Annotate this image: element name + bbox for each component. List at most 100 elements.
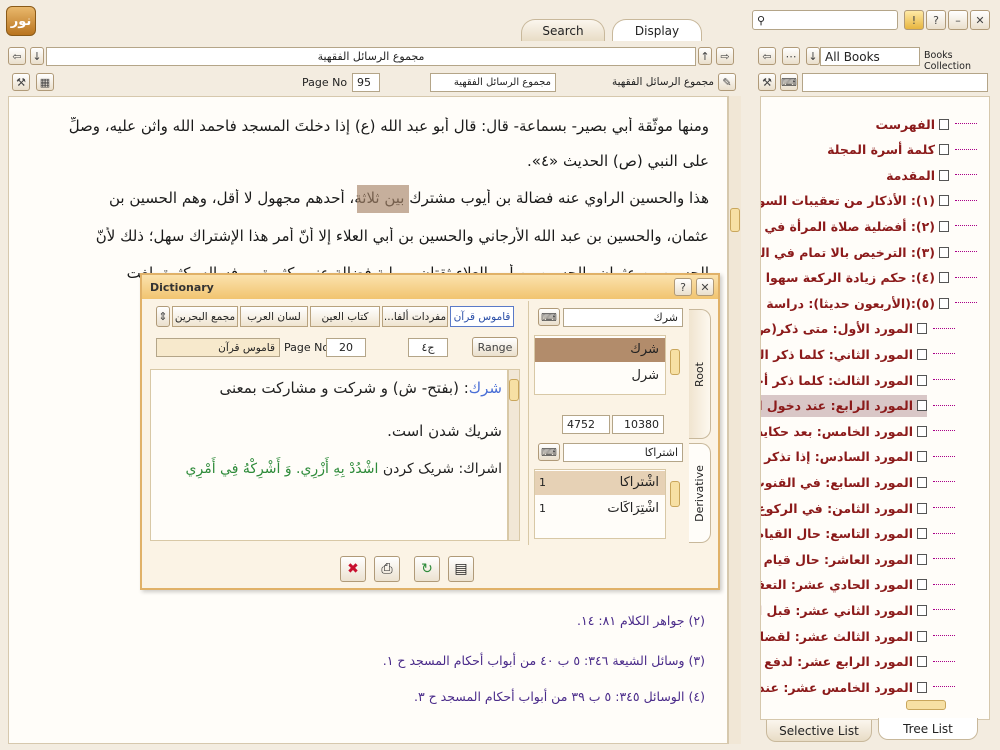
close-button[interactable]: ✕ [970, 10, 990, 30]
dict-tab-0[interactable]: مجمع البحرين [172, 306, 238, 327]
tree-item[interactable]: المقدمة [886, 164, 949, 186]
tree-item[interactable]: المورد الخامس عشر: عند الا [761, 676, 927, 698]
dict-range-button[interactable]: Range [472, 337, 518, 357]
side-tab-derivative[interactable]: Derivative [689, 443, 711, 543]
up-arrow-icon[interactable]: ↑ [698, 47, 712, 65]
tree-item[interactable]: المورد الثاني عشر: قبل الد [761, 599, 927, 621]
tree-back-icon[interactable]: ⇦ [758, 47, 776, 65]
forward-arrow-icon[interactable]: ⇨ [716, 47, 734, 65]
deriv-scroll-thumb[interactable] [670, 481, 680, 507]
global-search-input[interactable]: ⚲ [752, 10, 898, 30]
tab-display[interactable]: Display [612, 19, 702, 41]
page-icon [939, 272, 949, 284]
tree-down-icon[interactable]: ↓ [806, 47, 820, 65]
tree-item[interactable]: (٣): الترخيص بالا تمام في المو [761, 241, 949, 263]
dict-delete-button[interactable]: ✖ [340, 556, 366, 582]
root-scroll-thumb[interactable] [670, 349, 680, 375]
help-button[interactable]: ? [926, 10, 946, 30]
tree-item[interactable]: المورد السادس: إذا تذكر تر [760, 446, 927, 468]
book-combo[interactable]: مجموع الرسائل الفقهية [430, 73, 556, 92]
dict-tab-1[interactable]: لسان العرب [240, 306, 308, 327]
tree-connector [955, 302, 977, 304]
deriv-keyboard-icon[interactable]: ⌨ [538, 443, 560, 461]
page-no-input[interactable]: 95 [352, 73, 380, 92]
dictionary-titlebar[interactable]: Dictionary [142, 275, 718, 299]
tab-tree-list[interactable]: Tree List [878, 718, 978, 740]
grid-icon[interactable]: ▦ [36, 73, 54, 91]
dict-tab-4[interactable]: قاموس قرآن [450, 306, 514, 327]
books-collection-label[interactable]: Books Collection [924, 50, 1000, 72]
page-icon [917, 502, 927, 514]
def-scroll-thumb[interactable] [509, 379, 519, 401]
wrench-icon[interactable]: ⚒ [12, 73, 30, 91]
dict-tab-2[interactable]: كتاب العين [310, 306, 380, 327]
tree-item[interactable]: المورد الخامس: بعد حكاية ا [761, 420, 927, 442]
tree-item[interactable]: المورد الثامن: في الركوع و [761, 497, 927, 519]
dict-page-input[interactable]: 20 [326, 338, 366, 357]
scroll-thumb[interactable] [730, 208, 740, 232]
highlighted-word[interactable] [357, 185, 409, 213]
deriv-item-0-label: اشْتراكا [619, 475, 659, 490]
page-icon [917, 553, 927, 565]
tree-item[interactable]: كلمة أسرة المجلة [827, 139, 949, 161]
tree-connector [933, 609, 955, 611]
page-icon [917, 323, 927, 335]
tree-item[interactable]: المورد الحادي عشر: التعقيـ [760, 574, 927, 596]
dict-refresh-button[interactable]: ↻ [414, 556, 440, 582]
tree-item[interactable]: (١): الأذكار من تعقيبات السور [761, 190, 949, 212]
side-tab-root[interactable]: Root [689, 309, 711, 439]
tree-item[interactable]: المورد الرابع: عند دخول الم [760, 394, 927, 417]
dict-note-button[interactable]: ▤ [448, 556, 474, 582]
tree-item[interactable]: المورد الرابع عشر: لدفع ال [761, 651, 927, 673]
eraser-icon[interactable]: ✎ [718, 73, 736, 91]
tree-item[interactable]: (٢): أفضلية صلاة المرأة في بيـ [761, 215, 949, 237]
root-keyboard-icon[interactable]: ⌨ [538, 308, 560, 326]
tab-selective-list[interactable]: Selective List [766, 720, 872, 742]
more-icon[interactable]: ⋯ [782, 47, 800, 65]
keyboard-icon[interactable]: ⌨ [780, 73, 798, 91]
dict-tab-3[interactable]: مفردات ألفا... [382, 306, 448, 327]
tree-item-label: المورد الحادي عشر: التعقيـ [760, 577, 913, 593]
deriv-item-1[interactable]: 1 اشْتِرَاكَات [535, 497, 665, 521]
back-arrow-icon[interactable]: ⇦ [8, 47, 26, 65]
document-scrollbar[interactable] [728, 96, 741, 744]
down-arrow-icon[interactable]: ↓ [30, 47, 44, 65]
page-icon [917, 348, 927, 360]
tree-item[interactable]: المورد السابع: في القنوت. [761, 471, 927, 493]
deriv-item-0[interactable]: 1 اشْتراكا [535, 471, 665, 495]
alert-button[interactable]: ! [904, 10, 924, 30]
tree-item[interactable]: المورد الأول: متى ذكر(ص) [761, 318, 927, 340]
tree-wrench-icon[interactable]: ⚒ [758, 73, 776, 91]
tree-item[interactable]: الفهرست [875, 113, 949, 135]
all-books-combo[interactable]: All Books [820, 47, 920, 66]
tree-item[interactable]: (٤): حكم زيادة الركعة سهوا [766, 267, 949, 289]
minimize-button[interactable]: – [948, 10, 968, 30]
app-logo[interactable]: نور [6, 6, 36, 36]
tree-item[interactable]: المورد التاسع: حال القيام. [761, 523, 927, 545]
root-item-0[interactable]: شرك [535, 338, 665, 362]
dictionary-close-button[interactable]: ✕ [696, 278, 714, 296]
tree-item[interactable]: المورد الثالث: كلما ذكر أحد [761, 369, 927, 391]
tree-item[interactable]: (٥):(الأربعون حديثا): دراسة لا [761, 292, 949, 314]
dict-print-button[interactable]: ⎙ [374, 556, 400, 582]
tree-item[interactable]: المورد العاشر: حال قيام الإ [761, 548, 927, 570]
root-item-1[interactable]: شرل [535, 364, 665, 388]
tree-item[interactable]: المورد الثالث عشر: لقضاء [761, 625, 927, 647]
dict-nav-updown-icon[interactable]: ⇕ [156, 306, 170, 327]
page-icon [917, 681, 927, 693]
tree-connector [955, 148, 977, 150]
deriv-search-input[interactable]: اشتراكا [563, 443, 683, 462]
tab-search[interactable]: Search [521, 19, 605, 41]
tab-search-label: Search [542, 23, 584, 38]
dictionary-help-button[interactable]: ? [674, 278, 692, 296]
book-title-bar: مجموع الرسائل الفقهية [46, 47, 696, 66]
tree-scrollbar[interactable] [906, 700, 946, 710]
tree-connector [933, 481, 955, 483]
root-search-input[interactable]: شرك [563, 308, 683, 327]
tree-filter-input[interactable] [802, 73, 988, 92]
book-icon [939, 246, 949, 258]
def-head: شرك [468, 379, 502, 397]
tree-item-label: المورد السادس: إذا تذكر تر [760, 449, 913, 465]
tree-item[interactable]: المورد الثاني: كلما ذكر الله [761, 343, 927, 365]
tree-item-label: المورد الرابع: عند دخول الم [760, 398, 913, 414]
